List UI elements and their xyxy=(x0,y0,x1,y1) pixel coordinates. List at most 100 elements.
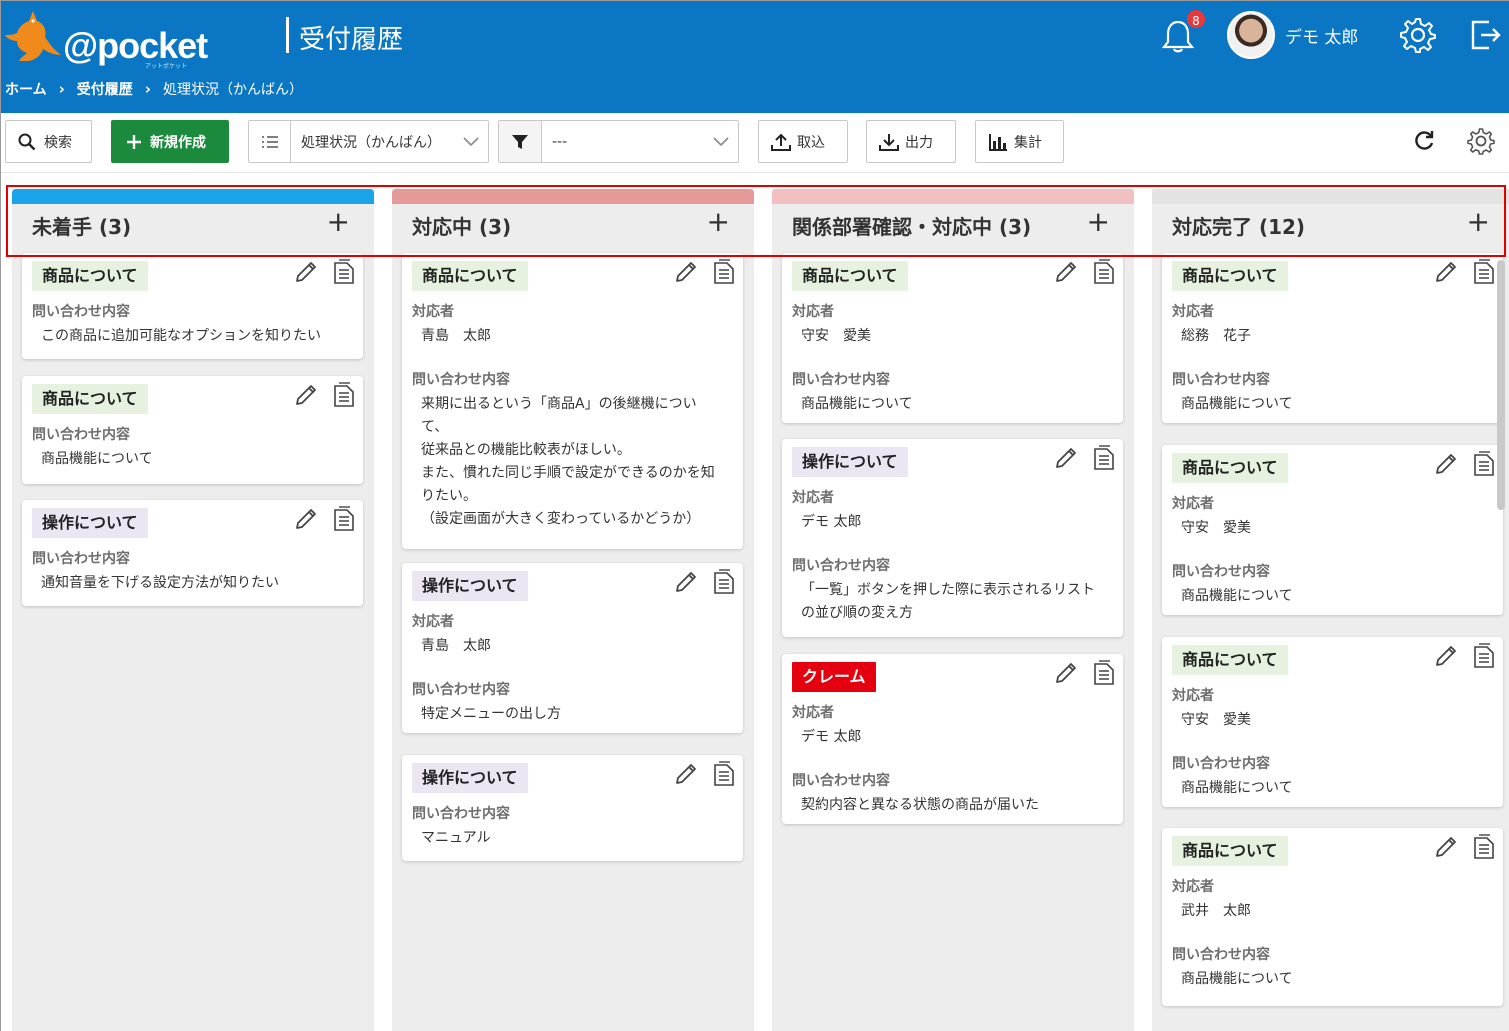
filter-icon xyxy=(512,134,528,149)
kanban-card[interactable]: 操作について 問い合わせ内容 マニュアル xyxy=(402,755,743,861)
breadcrumb-history[interactable]: 受付履歴 xyxy=(77,79,133,99)
new-button[interactable]: 新規作成 xyxy=(111,120,229,163)
category-tag: 商品について xyxy=(412,261,528,291)
category-tag: 商品について xyxy=(32,261,148,291)
add-card-icon[interactable]: + xyxy=(327,208,350,236)
inquiry-value: マニュアル xyxy=(421,830,491,846)
avatar[interactable] xyxy=(1227,11,1275,59)
column-done: 対応完了 (12) + 商品について 対応者 総務 花子 問い合わせ内容 商品機能について商… xyxy=(1152,189,1509,1031)
inquiry-label: 問い合わせ内容 xyxy=(412,372,510,388)
pencil-icon[interactable] xyxy=(1053,660,1079,686)
document-icon[interactable] xyxy=(713,259,735,285)
assignee-label: 対応者 xyxy=(792,304,834,320)
kanban-card[interactable]: 操作について 対応者 青島 太郎 問い合わせ内容 特定メニューの出し方 xyxy=(402,563,743,733)
pencil-icon[interactable] xyxy=(1433,451,1459,477)
pencil-icon[interactable] xyxy=(1433,643,1459,669)
import-button[interactable]: 取込 xyxy=(758,120,848,163)
inquiry-label: 問い合わせ内容 xyxy=(1172,372,1270,388)
gear-icon[interactable] xyxy=(1399,16,1437,54)
kanban-card[interactable]: クレーム 対応者 デモ 太郎 問い合わせ内容 契約内容と異なる状態の商品が届いた xyxy=(782,654,1123,824)
bar-chart-icon xyxy=(989,133,1007,151)
column-title: 対応完了 (12) xyxy=(1172,215,1306,239)
document-icon[interactable] xyxy=(713,761,735,787)
inquiry-value: 特定メニューの出し方 xyxy=(421,706,561,722)
title-divider xyxy=(286,17,289,53)
add-card-icon[interactable]: + xyxy=(707,208,730,236)
pencil-icon[interactable] xyxy=(1433,834,1459,860)
logout-icon[interactable] xyxy=(1467,16,1503,54)
inquiry-label: 問い合わせ内容 xyxy=(792,773,890,789)
category-tag: 商品について xyxy=(792,261,908,291)
view-select[interactable]: 処理状況（かんばん） xyxy=(248,120,489,163)
app-logo[interactable]: @pocket アットポケット xyxy=(3,7,213,70)
column-title: 関係部署確認・対応中 (3) xyxy=(792,215,1032,239)
document-icon[interactable] xyxy=(1473,643,1495,669)
kanban-card[interactable]: 操作について 対応者 デモ 太郎 問い合わせ内容 「一覧」ボタンを押した際に表示されるリ… xyxy=(782,439,1123,637)
document-icon[interactable] xyxy=(1093,259,1115,285)
pencil-icon[interactable] xyxy=(673,259,699,285)
breadcrumb-separator-icon: › xyxy=(58,80,65,98)
list-icon xyxy=(261,135,278,148)
assignee-label: 対応者 xyxy=(1172,879,1214,895)
document-icon[interactable] xyxy=(333,506,355,532)
document-icon[interactable] xyxy=(713,569,735,595)
username[interactable]: デモ 太郎 xyxy=(1285,23,1358,48)
category-tag: クレーム xyxy=(792,662,876,692)
kanban-card[interactable]: 商品について 対応者 守安 愛美 問い合わせ内容 商品機能について xyxy=(782,253,1123,423)
document-icon[interactable] xyxy=(333,382,355,408)
pencil-icon[interactable] xyxy=(673,761,699,787)
settings-icon[interactable] xyxy=(1467,127,1495,155)
kanban-card[interactable]: 商品について 対応者 守安 愛美 問い合わせ内容 商品機能について xyxy=(1162,637,1503,807)
kanban-card[interactable]: 商品について 対応者 守安 愛美 問い合わせ内容 商品機能について xyxy=(1162,445,1503,615)
document-icon[interactable] xyxy=(1093,445,1115,471)
column-scrollbar[interactable] xyxy=(1497,260,1505,510)
export-button[interactable]: 出力 xyxy=(866,120,956,163)
document-icon[interactable] xyxy=(1473,834,1495,860)
pencil-icon[interactable] xyxy=(1053,259,1079,285)
assignee-label: 対応者 xyxy=(792,490,834,506)
assignee-value: 武井 太郎 xyxy=(1181,903,1251,919)
kanban-card[interactable]: 商品について 問い合わせ内容 商品機能について xyxy=(22,376,363,484)
category-tag: 商品について xyxy=(1172,261,1288,291)
inquiry-label: 問い合わせ内容 xyxy=(412,806,510,822)
kanban-card[interactable]: 商品について 対応者 青島 太郎 問い合わせ内容 来期に出るという「商品A」の後継機につ… xyxy=(402,253,743,549)
breadcrumb-current: 処理状況（かんばん） xyxy=(162,82,303,98)
document-icon[interactable] xyxy=(333,259,355,285)
pencil-icon[interactable] xyxy=(1433,259,1459,285)
inquiry-label: 問い合わせ内容 xyxy=(1172,756,1270,772)
pencil-icon[interactable] xyxy=(1053,445,1079,471)
plus-icon xyxy=(127,134,141,149)
pencil-icon[interactable] xyxy=(293,382,319,408)
aggregate-button[interactable]: 集計 xyxy=(975,120,1064,163)
add-card-icon[interactable]: + xyxy=(1087,208,1110,236)
filter-select-value: --- xyxy=(552,133,568,150)
view-select-value: 処理状況（かんばん） xyxy=(301,134,441,151)
inquiry-value-line: 来期に出るという「商品A」の後継機につい xyxy=(421,396,697,412)
category-tag: 操作について xyxy=(792,447,908,477)
search-button[interactable]: 検索 xyxy=(5,120,92,163)
aggregate-label: 集計 xyxy=(1014,134,1042,151)
column-color-bar xyxy=(392,189,754,204)
inquiry-value: 商品機能について xyxy=(801,396,913,412)
add-card-icon[interactable]: + xyxy=(1467,208,1490,236)
kanban-card[interactable]: 商品について 問い合わせ内容 この商品に追加可能なオプションを知りたい xyxy=(22,253,363,359)
breadcrumb: ホーム › 受付履歴 › 処理状況（かんばん） xyxy=(5,79,303,99)
kanban-card[interactable]: 操作について 問い合わせ内容 通知音量を下げる設定方法が知りたい xyxy=(22,500,363,606)
category-tag: 商品について xyxy=(1172,453,1288,483)
inquiry-value: 商品機能について xyxy=(1181,971,1293,987)
filter-select[interactable]: --- xyxy=(498,120,739,163)
document-icon[interactable] xyxy=(1093,660,1115,686)
assignee-label: 対応者 xyxy=(1172,304,1214,320)
inquiry-label: 問い合わせ内容 xyxy=(1172,947,1270,963)
kanban-card[interactable]: 商品について 対応者 武井 太郎 問い合わせ内容 商品機能について xyxy=(1162,828,1503,1006)
breadcrumb-home[interactable]: ホーム xyxy=(5,79,47,99)
inquiry-value-line: 従来品との機能比較表がほしい。 xyxy=(421,442,631,458)
document-icon[interactable] xyxy=(1473,451,1495,477)
download-icon xyxy=(879,133,899,151)
pencil-icon[interactable] xyxy=(293,259,319,285)
pencil-icon[interactable] xyxy=(293,506,319,532)
document-icon[interactable] xyxy=(1473,259,1495,285)
pencil-icon[interactable] xyxy=(673,569,699,595)
kanban-card[interactable]: 商品について 対応者 総務 花子 問い合わせ内容 商品機能について xyxy=(1162,253,1503,423)
refresh-icon[interactable] xyxy=(1411,128,1437,154)
